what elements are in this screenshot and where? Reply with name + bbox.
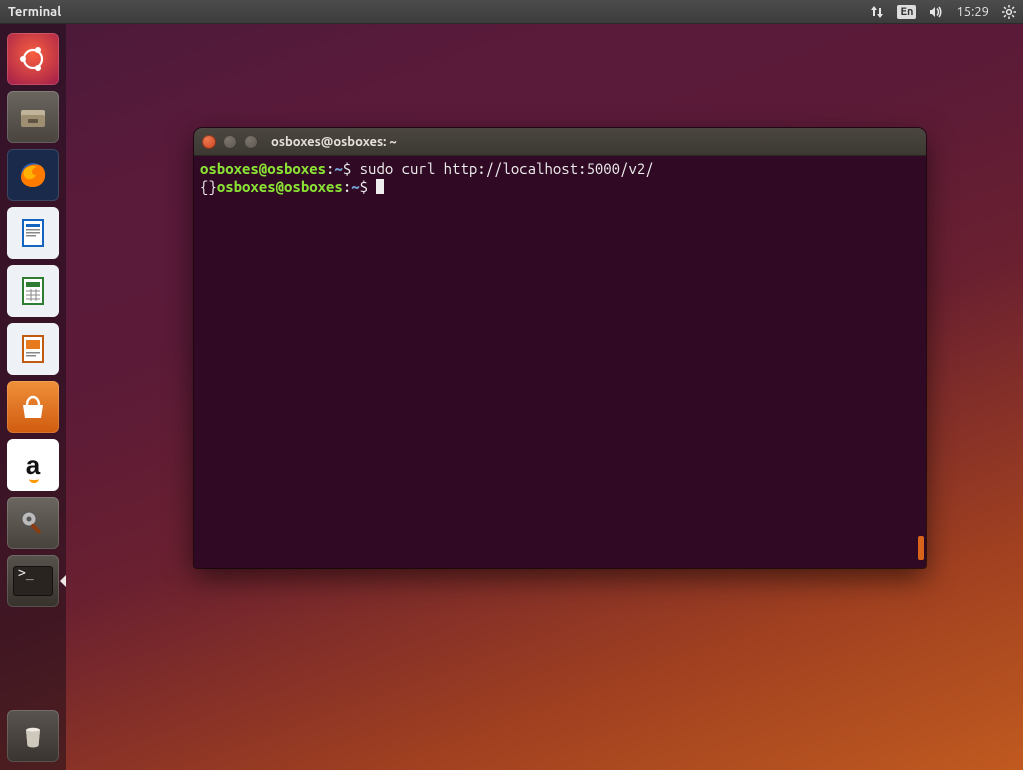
files-icon	[15, 99, 51, 135]
clock-indicator[interactable]: 15:29	[956, 5, 989, 19]
launcher-software[interactable]	[7, 381, 59, 433]
window-close-button[interactable]	[202, 135, 216, 149]
launcher-trash[interactable]	[7, 710, 59, 762]
amazon-icon: a	[26, 450, 40, 481]
scrollbar-thumb[interactable]	[918, 536, 924, 560]
sound-indicator[interactable]	[928, 4, 944, 20]
terminal-icon: >_	[13, 566, 53, 596]
launcher-writer[interactable]	[7, 207, 59, 259]
window-title: osboxes@osboxes: ~	[271, 135, 397, 149]
system-menu-indicator[interactable]	[1001, 4, 1017, 20]
window-maximize-button[interactable]	[244, 135, 258, 149]
launcher-files[interactable]	[7, 91, 59, 143]
launcher-terminal[interactable]: >_	[7, 555, 59, 607]
system-gear-icon	[1001, 4, 1017, 20]
trash-icon	[15, 718, 51, 754]
volume-high-icon	[928, 4, 944, 20]
terminal-window[interactable]: osboxes@osboxes: ~ osboxes@osboxes:~$ su…	[194, 128, 926, 568]
launcher-settings[interactable]	[7, 497, 59, 549]
active-app-title: Terminal	[8, 5, 61, 19]
language-indicator[interactable]: En	[897, 5, 916, 19]
window-minimize-button[interactable]	[223, 135, 237, 149]
prompt-colon: :	[343, 178, 351, 195]
launcher-impress[interactable]	[7, 323, 59, 375]
prompt-user-host: osboxes@osboxes	[200, 160, 326, 177]
system-settings-icon	[15, 505, 51, 541]
launcher-dock: a >_	[0, 24, 66, 770]
top-panel: Terminal En 15:29	[0, 0, 1023, 24]
writer-icon	[15, 215, 51, 251]
network-indicator[interactable]	[869, 4, 885, 20]
prompt-symbol: $	[360, 178, 368, 195]
launcher-firefox[interactable]	[7, 149, 59, 201]
launcher-dash[interactable]	[7, 33, 59, 85]
prompt-user-host: osboxes@osboxes	[217, 178, 343, 195]
prompt-path: ~	[334, 160, 342, 177]
launcher-amazon[interactable]: a	[7, 439, 59, 491]
keyboard-language-icon: En	[897, 5, 916, 19]
terminal-cursor	[376, 179, 384, 194]
prompt-path: ~	[351, 178, 359, 195]
firefox-icon	[15, 157, 51, 193]
calc-icon	[15, 273, 51, 309]
window-titlebar[interactable]: osboxes@osboxes: ~	[194, 128, 926, 156]
network-up-down-icon	[869, 4, 885, 20]
ubuntu-software-icon	[15, 389, 51, 425]
terminal-command: sudo curl http://localhost:5000/v2/	[360, 160, 654, 177]
impress-icon	[15, 331, 51, 367]
terminal-output: {}	[200, 178, 217, 195]
prompt-symbol: $	[343, 160, 351, 177]
launcher-calc[interactable]	[7, 265, 59, 317]
terminal-body[interactable]: osboxes@osboxes:~$ sudo curl http://loca…	[194, 156, 926, 568]
dash-home-icon	[15, 41, 51, 77]
